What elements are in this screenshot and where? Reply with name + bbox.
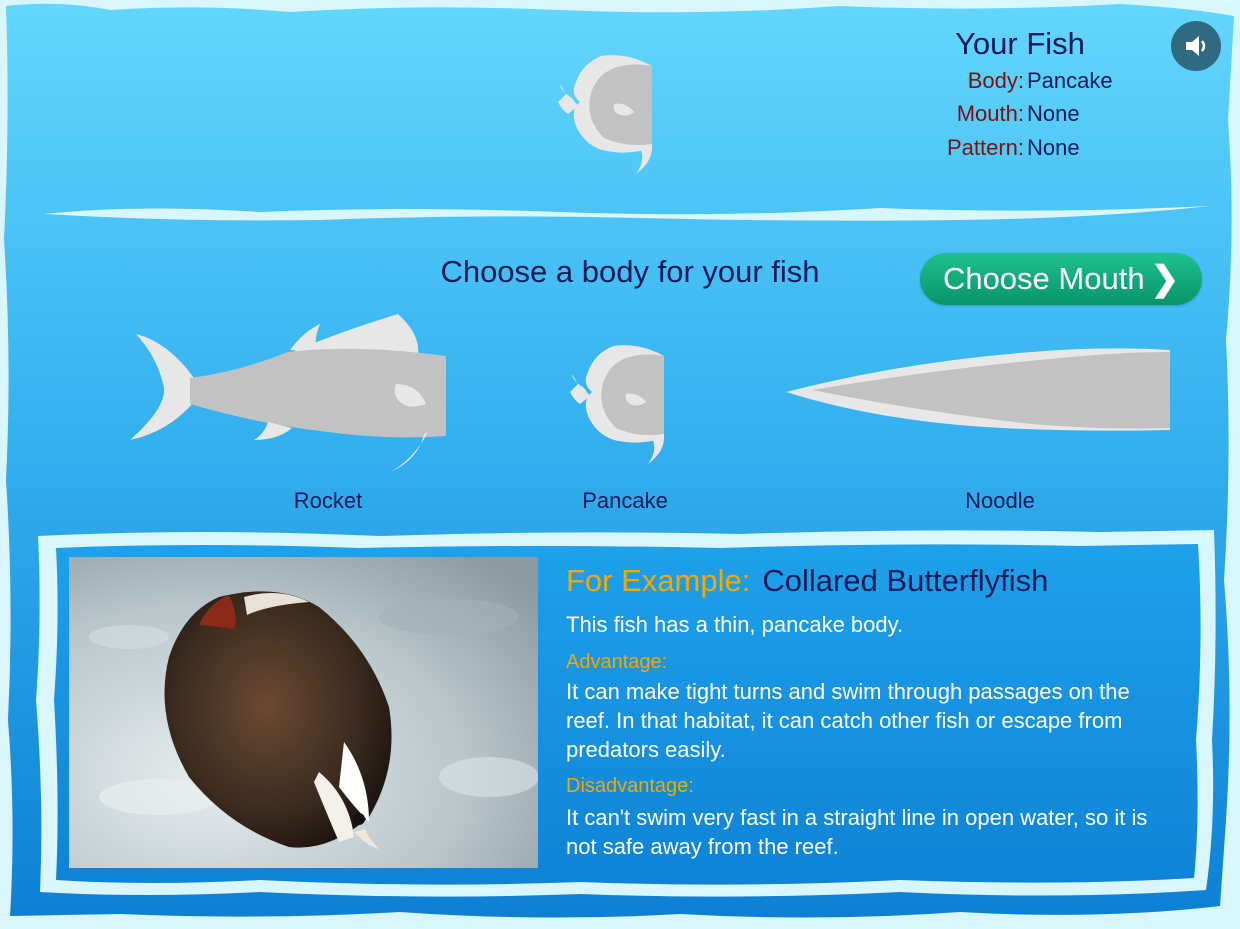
pancake-body-icon	[570, 345, 664, 464]
example-fish-name: Collared Butterflyfish	[762, 563, 1049, 598]
body-value: Pancake	[1027, 68, 1113, 93]
pattern-label: Pattern:	[946, 135, 1024, 160]
sound-toggle-button[interactable]	[1171, 21, 1221, 71]
disadvantage-heading: Disadvantage:	[566, 775, 694, 797]
noodle-body-icon	[786, 348, 1170, 431]
body-option-rocket[interactable]	[128, 312, 448, 474]
choose-mouth-label: Choose Mouth	[942, 261, 1145, 296]
summary-mouth-row: Mouth: None	[880, 101, 1160, 127]
speaker-icon	[1186, 36, 1206, 56]
example-description: This fish has a thin, pancake body.	[566, 612, 904, 637]
body-option-noodle[interactable]	[782, 342, 1172, 436]
chevron-right-icon: ❯	[1150, 260, 1180, 298]
body-option-pancake[interactable]	[568, 334, 672, 468]
choose-mouth-button[interactable]: Choose Mouth ❯	[920, 253, 1202, 305]
example-prefix: For Example:	[566, 563, 751, 598]
your-fish-title: Your Fish	[955, 26, 1085, 61]
pattern-value: None	[1027, 135, 1080, 160]
fish-builder-stage: Your Fish Body: Pancake Mouth: None Patt…	[0, 0, 1240, 929]
advantage-heading: Advantage:	[566, 651, 668, 673]
advantage-text: It can make tight turns and swim through…	[566, 679, 1130, 762]
summary-body-row: Body: Pancake	[880, 68, 1160, 94]
example-header: For Example: Collared Butterflyfish	[566, 563, 1186, 599]
mouth-label: Mouth:	[956, 101, 1024, 126]
rocket-body-icon	[130, 314, 446, 472]
body-label-noodle: Noodle	[965, 488, 1035, 513]
body-label-rocket: Rocket	[293, 488, 363, 513]
body-label: Body:	[967, 68, 1024, 93]
summary-pattern-row: Pattern: None	[880, 135, 1160, 161]
choose-body-heading: Choose a body for your fish	[440, 254, 820, 289]
disadvantage-text: It can't swim very fast in a straight li…	[566, 805, 1148, 859]
example-fish-photo	[69, 557, 538, 868]
body-label-pancake: Pancake	[582, 488, 668, 513]
mouth-value: None	[1027, 101, 1080, 126]
current-fish-preview	[558, 55, 652, 174]
butterflyfish-image	[69, 557, 538, 868]
